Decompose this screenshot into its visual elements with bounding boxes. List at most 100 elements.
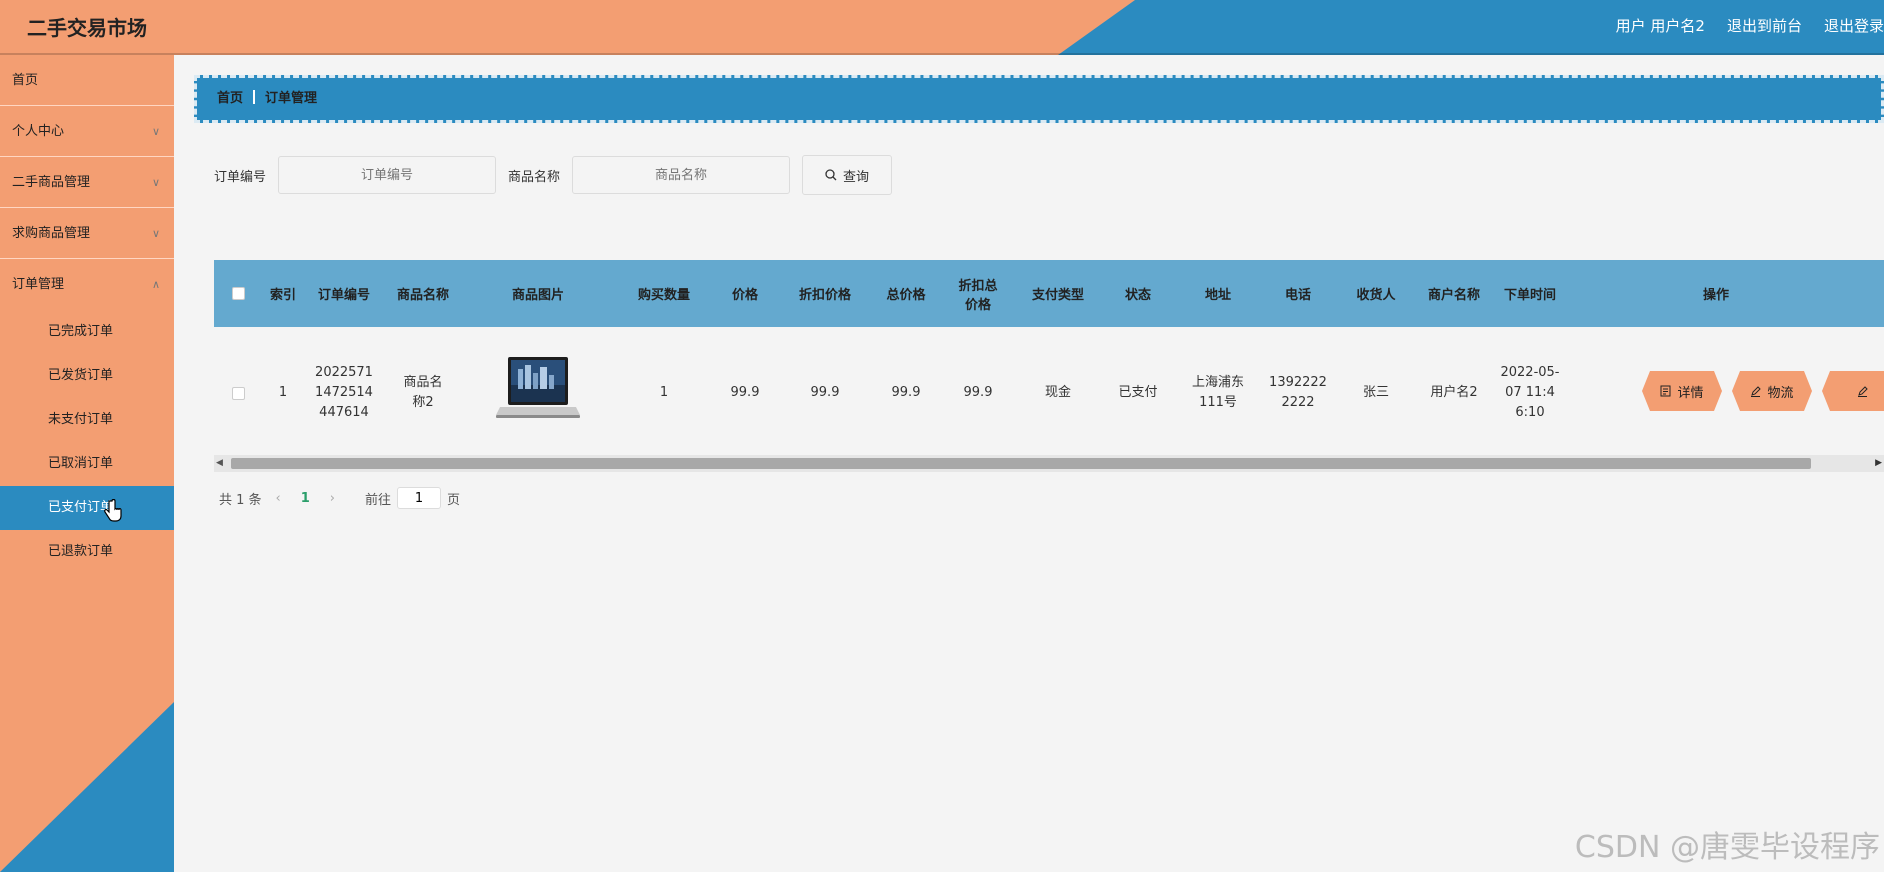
search-icon (825, 169, 837, 181)
top-links: 用户 用户名2 退出到前台 退出登录 (1616, 15, 1884, 36)
scroll-right-arrow-icon[interactable]: ▶ (1875, 455, 1882, 472)
cell-index: 1 (278, 385, 288, 400)
edit-icon (1857, 386, 1868, 397)
pagination-total: 共 1 条 (219, 492, 262, 508)
header-phone: 电话 (1284, 288, 1311, 303)
row-checkbox[interactable] (231, 386, 245, 400)
page-number[interactable]: 1 (301, 491, 310, 506)
hand-cursor-icon (104, 499, 122, 522)
row-select-cell (214, 327, 262, 459)
sidebar-subitem-refunded[interactable]: 已退款订单 (0, 530, 174, 574)
sidebar: 首页 个人中心 ∨ 二手商品管理 ∨ 求购商品管理 ∨ 订单管理 ∧ 已完成订单 已发货… (0, 55, 174, 872)
sidebar-item-personal-center[interactable]: 个人中心 ∨ (0, 106, 174, 157)
sidebar-item-home[interactable]: 首页 (0, 55, 174, 106)
detail-button-label: 详情 (1677, 385, 1704, 401)
scroll-thumb[interactable] (231, 458, 1811, 469)
query-button-label: 查询 (843, 169, 870, 185)
product-name-label: 商品名称 (508, 169, 561, 185)
query-button[interactable]: 查询 (802, 155, 893, 195)
sidebar-item-order-management[interactable]: 订单管理 ∧ (0, 259, 174, 310)
cell-quantity: 1 (659, 385, 669, 400)
laptop-image (496, 357, 580, 418)
cell-discount-total: 99.9 (963, 385, 993, 400)
goto-label: 前往 (365, 492, 392, 508)
breadcrumb: 首页 订单管理 (194, 75, 1884, 123)
chevron-down-icon: ∨ (151, 125, 160, 138)
sidebar-item-used-goods[interactable]: 二手商品管理 ∨ (0, 157, 174, 208)
table-row: 1 20225711472514447614 商品名称2 1 99.9 99.9… (214, 327, 1884, 459)
sidebar-subitem-shipped[interactable]: 已发货订单 (0, 354, 174, 398)
header-discount-total: 折扣总价格 (958, 278, 998, 313)
cell-total-price: 99.9 (891, 385, 921, 400)
sidebar-item-label: 订单管理 (12, 277, 65, 292)
cell-product-image (462, 327, 614, 459)
cell-merchant: 用户名2 (1430, 385, 1478, 400)
header-product-name: 商品名称 (396, 288, 449, 303)
page-suffix: 页 (447, 492, 461, 508)
header-merchant: 商户名称 (1427, 288, 1480, 303)
sidebar-subitem-unpaid[interactable]: 未支付订单 (0, 398, 174, 442)
header-order-time: 下单时间 (1503, 288, 1556, 303)
header-address: 地址 (1204, 288, 1231, 303)
header-receiver: 收货人 (1356, 288, 1396, 303)
sidebar-item-label: 首页 (12, 73, 39, 88)
search-row: 订单编号 商品名称 查询 (214, 155, 893, 195)
sidebar-corner-decoration (0, 702, 174, 872)
order-no-input[interactable] (278, 156, 497, 194)
sidebar-subitem-paid[interactable]: 已支付订单 (0, 486, 174, 530)
header-quantity: 购买数量 (637, 288, 690, 303)
horizontal-scrollbar[interactable]: ◀ ▶ (214, 455, 1884, 472)
table-header: 索引 订单编号 商品名称 商品图片 购买数量 价格 折扣价格 总价格 折扣总价格… (214, 260, 1884, 327)
sidebar-item-label: 二手商品管理 (12, 175, 91, 190)
logistics-button-label: 物流 (1767, 385, 1794, 401)
edit-icon (1751, 386, 1762, 397)
cell-receiver: 张三 (1362, 385, 1389, 400)
cell-pay-type: 现金 (1044, 385, 1071, 400)
select-all-checkbox[interactable] (231, 287, 245, 300)
pagination: 共 1 条 ‹ 1 › 前往 页 (219, 487, 460, 509)
cell-phone: 13922222222 (1269, 375, 1327, 410)
sidebar-subitem-cancelled[interactable]: 已取消订单 (0, 442, 174, 486)
breadcrumb-current: 订单管理 (265, 91, 318, 106)
logistics-button[interactable]: 物流 (1732, 371, 1812, 411)
sidebar-item-label: 求购商品管理 (12, 226, 91, 241)
cell-order-time: 2022-05-07 11:46:10 (1500, 365, 1560, 420)
chevron-down-icon: ∨ (151, 227, 160, 240)
chevron-up-icon: ∧ (151, 278, 160, 291)
goto-page-input[interactable] (397, 487, 442, 509)
sidebar-item-wanted-goods[interactable]: 求购商品管理 ∨ (0, 208, 174, 259)
scroll-left-arrow-icon[interactable]: ◀ (216, 455, 223, 472)
cell-address: 上海浦东111号 (1191, 375, 1244, 410)
exit-front-link[interactable]: 退出到前台 (1727, 15, 1802, 36)
cell-order-no: 20225711472514447614 (315, 365, 373, 420)
chevron-down-icon: ∨ (151, 176, 160, 189)
header-order-no: 订单编号 (317, 288, 370, 303)
more-action-button[interactable] (1822, 371, 1884, 411)
header-select-cell (214, 260, 262, 327)
prev-page-icon[interactable]: ‹ (276, 491, 281, 506)
app-title: 二手交易市场 (27, 16, 147, 40)
logout-link[interactable]: 退出登录 (1824, 15, 1884, 36)
header-total-price: 总价格 (886, 288, 926, 303)
watermark: CSDN @唐雯毕设程序 (1574, 830, 1880, 865)
cell-status: 已支付 (1118, 385, 1158, 400)
detail-button[interactable]: 详情 (1642, 371, 1722, 411)
breadcrumb-separator (253, 90, 256, 104)
next-page-icon[interactable]: › (330, 491, 335, 506)
header-index: 索引 (269, 288, 296, 303)
header-pay-type: 支付类型 (1031, 288, 1084, 303)
header-status: 状态 (1124, 288, 1151, 303)
sidebar-subitem-completed[interactable]: 已完成订单 (0, 310, 174, 354)
header-discount-price: 折扣价格 (798, 288, 851, 303)
cell-product-name: 商品名称2 (403, 375, 443, 410)
header-price: 价格 (731, 288, 758, 303)
product-name-input[interactable] (572, 156, 791, 194)
document-icon (1660, 385, 1671, 397)
top-header: 二手交易市场 用户 用户名2 退出到前台 退出登录 (0, 0, 1884, 55)
header-orange-panel (0, 0, 1135, 55)
header-actions: 操作 (1702, 288, 1729, 303)
header-product-image: 商品图片 (511, 288, 564, 303)
breadcrumb-home[interactable]: 首页 (217, 91, 243, 106)
cell-discount-price: 99.9 (810, 385, 840, 400)
cell-price: 99.9 (730, 385, 760, 400)
